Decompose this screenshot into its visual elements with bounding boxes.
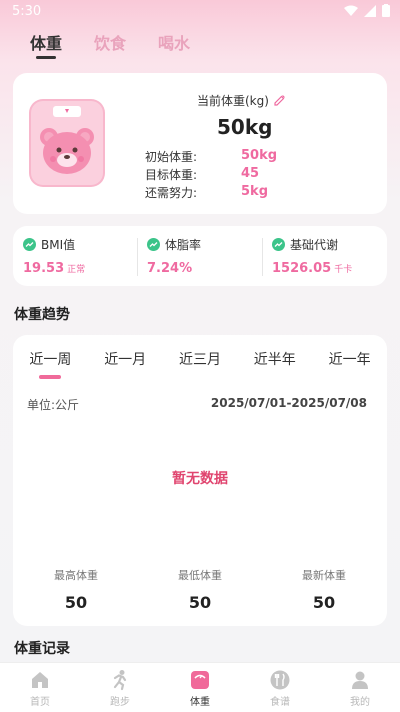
current-weight-label-row: 当前体重(kg) <box>197 92 286 109</box>
utensils-icon <box>270 670 290 690</box>
tab-water[interactable]: 喝水 <box>158 30 190 60</box>
current-weight-label: 当前体重(kg) <box>197 94 269 108</box>
nav-weight[interactable]: 体重 <box>160 663 240 712</box>
nav-home-label: 首页 <box>30 697 50 708</box>
status-time: 5:30 <box>12 4 42 19</box>
target-weight-value: 45 <box>241 166 260 181</box>
range-tab-three-months[interactable]: 近三月 <box>179 349 221 369</box>
current-weight-value: 50kg <box>217 115 273 139</box>
stat-body-fat-value: 7.24% <box>147 261 193 276</box>
top-tabs: 体重 饮食 喝水 <box>30 30 190 60</box>
date-range[interactable]: 2025/07/01-2025/07/08 <box>211 396 367 410</box>
person-icon <box>352 671 368 689</box>
nav-weight-label: 体重 <box>190 697 210 708</box>
stat-bmi: BMI值 19.53 正常 <box>23 236 85 276</box>
scale-icon <box>191 671 209 689</box>
stat-bmr-unit: 千卡 <box>334 265 353 275</box>
range-tab-week[interactable]: 近一周 <box>29 349 71 379</box>
trend-up-icon <box>147 238 160 251</box>
range-tab-half-year[interactable]: 近半年 <box>254 349 296 369</box>
battery-icon <box>382 4 390 17</box>
stat-bmi-value: 19.53 <box>23 261 65 276</box>
home-icon <box>32 672 48 688</box>
trend-up-icon <box>23 238 36 251</box>
stat-bmi-unit: 正常 <box>67 265 86 275</box>
weight-trend-card: 近一周 近一月 近三月 近半年 近一年 单位:公斤 2025/07/01-202… <box>13 335 387 626</box>
stat-body-fat: 体脂率 7.24% <box>147 236 201 276</box>
status-bar: 5:30 <box>0 0 400 24</box>
wifi-icon <box>344 5 358 16</box>
system-icons <box>344 4 390 17</box>
summary-latest-value: 50 <box>312 593 336 612</box>
edit-icon[interactable] <box>273 94 286 107</box>
initial-weight-value: 50kg <box>241 148 278 163</box>
stat-body-fat-label: 体脂率 <box>165 238 202 252</box>
summary-min: 最低体重 50 <box>150 567 250 612</box>
nav-recipes[interactable]: 食谱 <box>240 663 320 712</box>
current-weight-card: 当前体重(kg) 50kg 初始体重: 50kg 目标体重: 45 还需努力: … <box>13 73 387 214</box>
nav-recipes-label: 食谱 <box>270 697 290 708</box>
unit-label: 单位:公斤 <box>27 398 80 412</box>
stat-bmr-value: 1526.05 <box>272 261 332 276</box>
nav-run-label: 跑步 <box>110 697 130 708</box>
summary-min-label: 最低体重 <box>178 569 222 582</box>
stat-bmr: 基础代谢 1526.05 千卡 <box>272 236 352 276</box>
trend-section-title: 体重趋势 <box>14 307 70 323</box>
stat-bmi-label: BMI值 <box>41 238 76 252</box>
target-weight-label: 目标体重: <box>145 168 198 182</box>
tab-diet[interactable]: 饮食 <box>94 30 126 60</box>
remaining-weight-value: 5kg <box>241 184 268 199</box>
range-tab-month[interactable]: 近一月 <box>104 349 146 369</box>
stat-bmr-label: 基础代谢 <box>290 238 339 252</box>
divider <box>137 238 138 276</box>
nav-run[interactable]: 跑步 <box>80 663 160 712</box>
summary-latest-label: 最新体重 <box>302 569 346 582</box>
body-stats-card: BMI值 19.53 正常 体脂率 7.24% 基础代谢 1526.05 千卡 <box>13 226 387 286</box>
trend-up-icon <box>272 238 285 251</box>
range-tabs: 近一周 近一月 近三月 近半年 近一年 <box>13 349 387 379</box>
empty-state-text: 暂无数据 <box>172 471 228 487</box>
signal-icon <box>364 4 376 17</box>
summary-latest: 最新体重 50 <box>274 567 374 612</box>
tab-weight[interactable]: 体重 <box>30 30 62 60</box>
summary-max-value: 50 <box>64 593 88 612</box>
bear-scale-illustration <box>29 99 105 187</box>
run-icon <box>113 670 127 691</box>
range-tab-year[interactable]: 近一年 <box>329 349 371 369</box>
nav-profile-label: 我的 <box>350 697 370 708</box>
initial-weight-label: 初始体重: <box>145 150 198 164</box>
nav-home[interactable]: 首页 <box>0 663 80 712</box>
summary-min-value: 50 <box>188 593 212 612</box>
records-section-title: 体重记录 <box>14 641 70 657</box>
summary-max-label: 最高体重 <box>54 569 98 582</box>
divider <box>262 238 263 276</box>
remaining-weight-label: 还需努力: <box>145 186 198 200</box>
nav-profile[interactable]: 我的 <box>320 663 400 712</box>
bottom-nav: 首页 跑步 体重 食谱 我的 <box>0 662 400 712</box>
summary-max: 最高体重 50 <box>26 567 126 612</box>
